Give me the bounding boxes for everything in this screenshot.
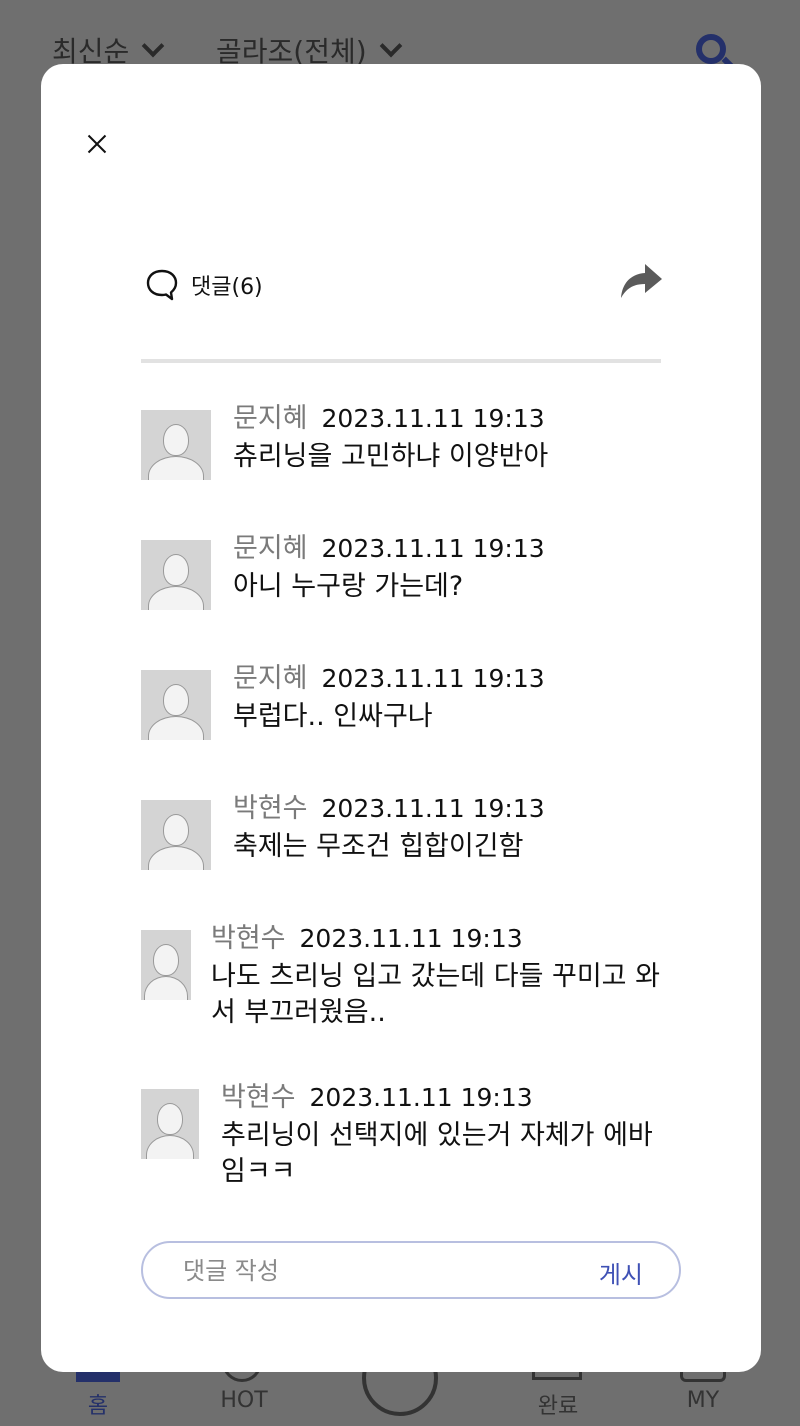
avatar <box>141 930 191 1000</box>
comment-time: 2023.11.11 19:13 <box>299 924 523 953</box>
comment-item: 문지혜 2023.11.11 19:13 부럽다.. 인싸구나 <box>141 656 681 740</box>
comment-author: 박현수 <box>221 1082 296 1113</box>
avatar <box>141 410 211 480</box>
comment-item: 박현수 2023.11.11 19:13 추리닝이 선택지에 있는거 자체가 에… <box>141 1075 681 1190</box>
chevron-down-icon <box>379 34 402 58</box>
comment-time: 2023.11.11 19:13 <box>321 794 545 823</box>
comment-author: 문지혜 <box>233 403 308 434</box>
post-button[interactable]: 게시 <box>599 1255 643 1290</box>
comment-time: 2023.11.11 19:13 <box>321 534 545 563</box>
close-icon[interactable] <box>83 130 111 158</box>
comment-item: 박현수 2023.11.11 19:13 축제는 무조건 힙합이긴함 <box>141 786 681 870</box>
comment-input-bar: 게시 <box>141 1241 681 1299</box>
chevron-down-icon <box>141 34 165 58</box>
comment-text: 축제는 무조건 힙합이긴함 <box>233 831 524 862</box>
share-icon[interactable] <box>619 262 663 302</box>
nav-done-label[interactable]: 완료 <box>518 1388 598 1420</box>
comment-author: 박현수 <box>211 923 286 954</box>
avatar <box>141 540 211 610</box>
avatar <box>141 800 211 870</box>
comment-modal: 댓글(6) 문지혜 2023.11.11 19:13 츄리닝을 고민하냐 이양반… <box>41 64 761 1372</box>
comment-header: 댓글(6) <box>145 268 263 302</box>
comment-bubble-icon <box>146 269 178 301</box>
comment-item: 문지혜 2023.11.11 19:13 아니 누구랑 가는데? <box>141 526 681 610</box>
comment-author: 박현수 <box>233 793 308 824</box>
comment-text: 츄리닝을 고민하냐 이양반아 <box>233 441 549 472</box>
comment-list[interactable]: 문지혜 2023.11.11 19:13 츄리닝을 고민하냐 이양반아 문지혜 … <box>141 396 681 1236</box>
comment-text: 아니 누구랑 가는데? <box>233 571 464 602</box>
comment-time: 2023.11.11 19:13 <box>321 664 545 693</box>
avatar <box>141 670 211 740</box>
comment-author: 문지혜 <box>233 533 308 564</box>
comment-item: 박현수 2023.11.11 19:13 나도 츠리닝 입고 갔는데 다들 꾸미… <box>141 916 681 1031</box>
comment-author: 문지혜 <box>233 663 308 694</box>
comment-text: 나도 츠리닝 입고 갔는데 다들 꾸미고 와서 부끄러웠음.. <box>211 961 660 1028</box>
avatar <box>141 1089 199 1159</box>
comment-time: 2023.11.11 19:13 <box>309 1083 533 1112</box>
nav-hot-label[interactable]: HOT <box>204 1388 284 1413</box>
comment-time: 2023.11.11 19:13 <box>321 404 545 433</box>
comment-count: 댓글(6) <box>191 275 263 300</box>
nav-my-label[interactable]: MY <box>663 1388 743 1413</box>
comment-text: 추리닝이 선택지에 있는거 자체가 에바임ㅋㅋ <box>221 1120 653 1187</box>
divider <box>141 359 661 363</box>
nav-home-label[interactable]: 홈 <box>58 1388 138 1420</box>
comment-input[interactable] <box>183 1255 563 1287</box>
comment-item: 문지혜 2023.11.11 19:13 츄리닝을 고민하냐 이양반아 <box>141 396 681 480</box>
comment-text: 부럽다.. 인싸구나 <box>233 701 433 732</box>
